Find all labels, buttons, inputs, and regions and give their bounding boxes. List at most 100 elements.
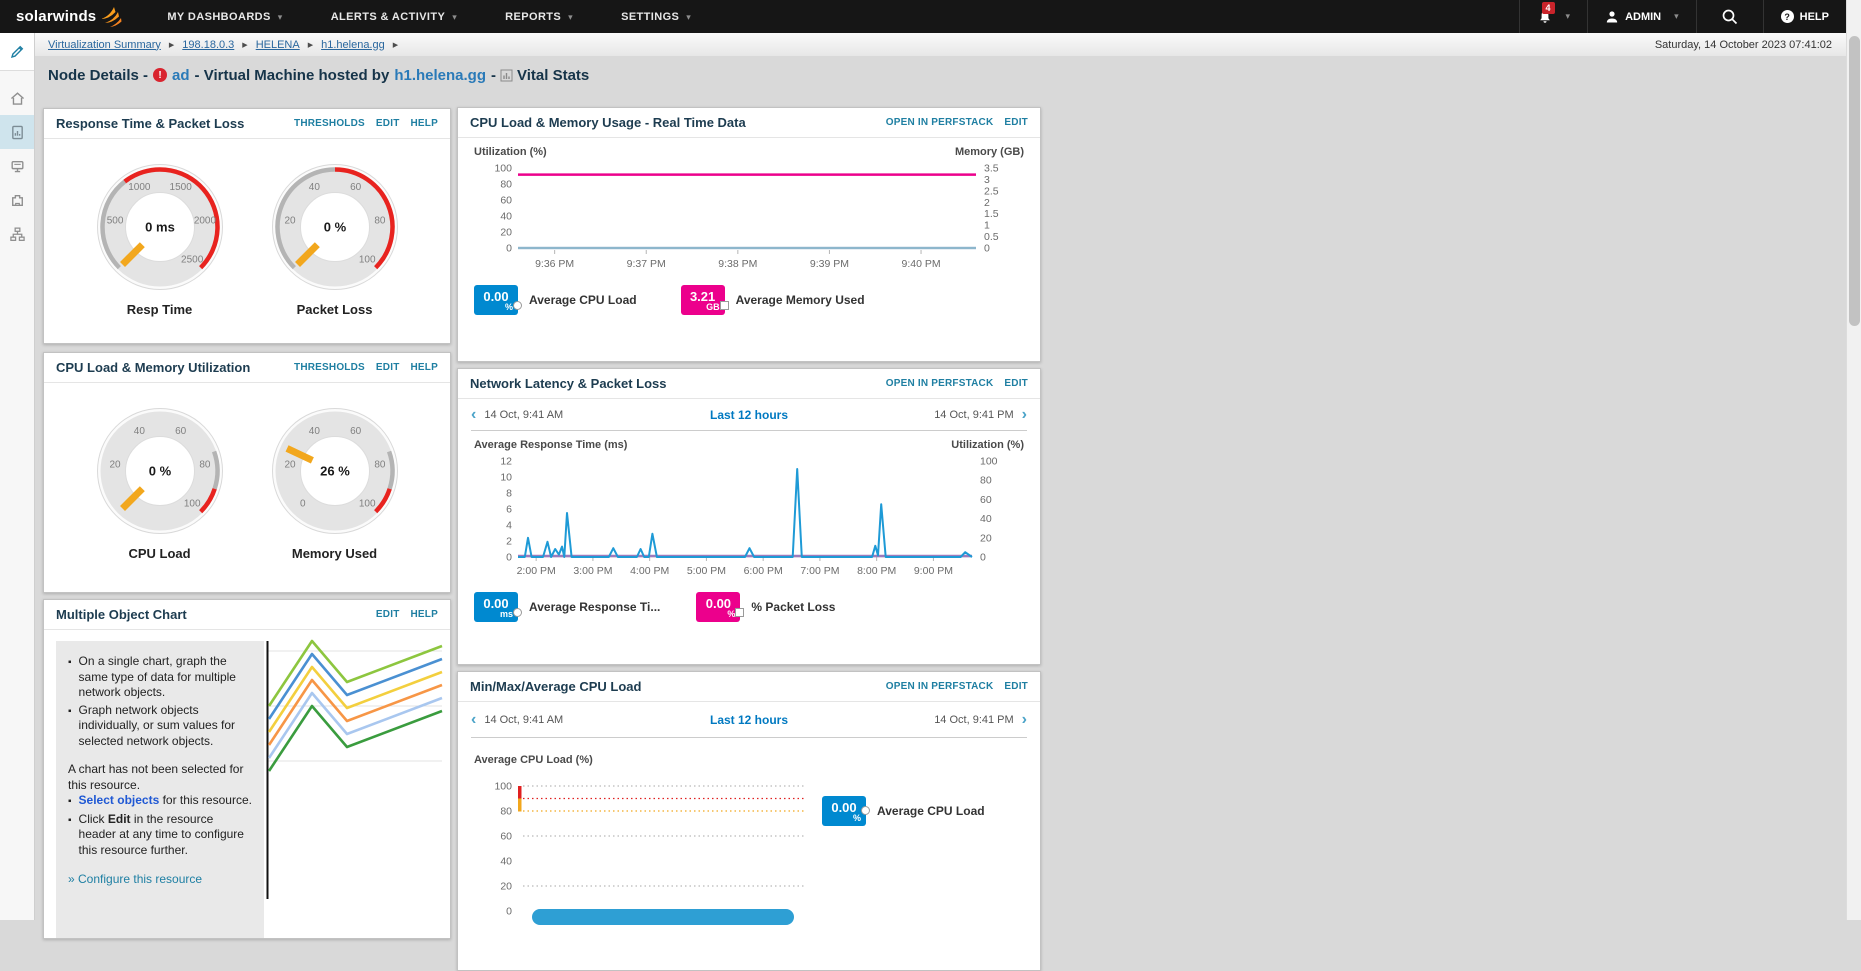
host-server-icon: [9, 158, 26, 175]
nav-my-dashboards[interactable]: MY DASHBOARDS: [167, 11, 282, 23]
legend-unit: ms: [500, 610, 513, 619]
gauge-packet-loss: 204060801000 % Packet Loss: [271, 163, 399, 317]
configure-resource-link[interactable]: » Configure this resource: [68, 872, 252, 888]
card-response-time-packet-loss: Response Time & Packet Loss THRESHOLDS E…: [43, 108, 451, 344]
host-link[interactable]: h1.helena.gg: [394, 67, 486, 84]
nav-reports[interactable]: REPORTS: [505, 11, 573, 23]
node-link[interactable]: ad: [172, 67, 190, 84]
breadcrumb-separator: [308, 41, 313, 49]
page-title: Node Details - ad - Virtual Machine host…: [48, 62, 589, 88]
open-in-perfstack-link[interactable]: OPEN IN PERFSTACK: [886, 117, 994, 128]
thresholds-link[interactable]: THRESHOLDS: [294, 118, 365, 129]
realtime-chart: 1008060402003.532.521.510.509:36 PM9:37 …: [458, 158, 1040, 277]
svg-text:80: 80: [199, 459, 211, 470]
legend-average-cpu-load[interactable]: 0.00 % Average CPU Load: [474, 285, 637, 315]
svg-text:60: 60: [350, 182, 362, 193]
card-title: Response Time & Packet Loss: [56, 116, 244, 131]
svg-text:0 ms: 0 ms: [145, 220, 175, 235]
svg-text:2: 2: [984, 197, 990, 209]
thresholds-link[interactable]: THRESHOLDS: [294, 362, 365, 373]
open-in-perfstack-link[interactable]: OPEN IN PERFSTACK: [886, 681, 994, 692]
svg-text:80: 80: [500, 806, 512, 818]
select-objects-link[interactable]: Select objects: [79, 793, 160, 807]
help-button[interactable]: HELP: [1763, 0, 1846, 33]
help-link[interactable]: HELP: [411, 118, 438, 129]
sidebar-item-reports[interactable]: [0, 115, 34, 149]
breadcrumb-virtualization-summary[interactable]: Virtualization Summary: [48, 39, 161, 51]
help-link[interactable]: HELP: [411, 362, 438, 373]
nav-settings[interactable]: SETTINGS: [621, 11, 691, 23]
edit-link[interactable]: EDIT: [376, 118, 400, 129]
sidebar-item-interfaces[interactable]: [0, 183, 34, 217]
sidebar-item-virtualization[interactable]: [0, 149, 34, 183]
left-axis-label: Average Response Time (ms): [474, 439, 627, 451]
sidebar-item-topology[interactable]: [0, 217, 34, 251]
svg-text:40: 40: [133, 426, 145, 437]
svg-text:4:00 PM: 4:00 PM: [630, 565, 669, 577]
svg-text:100: 100: [358, 499, 375, 510]
svg-text:60: 60: [350, 426, 362, 437]
time-range-label[interactable]: Last 12 hours: [471, 713, 1027, 727]
svg-text:20: 20: [500, 881, 512, 893]
left-axis-label: Utilization (%): [474, 146, 547, 158]
svg-text:9:38 PM: 9:38 PM: [718, 258, 757, 270]
edit-link[interactable]: EDIT: [1004, 117, 1028, 128]
help-bullet: Graph network objects individually, or s…: [79, 703, 252, 750]
breadcrumb-host[interactable]: h1.helena.gg: [321, 39, 385, 51]
time-range-label[interactable]: Last 12 hours: [471, 408, 1027, 422]
svg-text:26 %: 26 %: [320, 464, 350, 479]
title-prefix: Node Details -: [48, 67, 148, 84]
legend-average-response-time[interactable]: 0.00 ms Average Response Ti...: [474, 592, 660, 622]
svg-text:20: 20: [109, 459, 121, 470]
series-marker-circle: [513, 301, 522, 310]
gauge-resp-time: 50010001500200025000 ms Resp Time: [96, 163, 224, 317]
svg-text:0: 0: [506, 906, 512, 918]
legend-average-memory-used[interactable]: 3.21 GB Average Memory Used: [681, 285, 865, 315]
gauge-cpu-load: 0204060801000 % CPU Load: [96, 407, 224, 561]
nav-alerts-activity[interactable]: ALERTS & ACTIVITY: [331, 11, 457, 23]
legend-unit: %: [853, 814, 861, 823]
sidebar-item-home[interactable]: [0, 81, 34, 115]
legend-value: 0.00: [483, 597, 508, 610]
svg-text:100: 100: [494, 163, 512, 175]
legend-packet-loss[interactable]: 0.00 % % Packet Loss: [696, 592, 835, 622]
breadcrumb-node-ip[interactable]: 198.18.0.3: [182, 39, 234, 51]
card-title: Min/Max/Average CPU Load: [470, 679, 641, 694]
series-marker-square: [720, 301, 729, 310]
scrollbar-thumb[interactable]: [1849, 36, 1860, 326]
right-axis-label: Memory (GB): [955, 146, 1024, 158]
edit-link[interactable]: EDIT: [1004, 378, 1028, 389]
notifications-button[interactable]: 4: [1519, 0, 1588, 33]
sidebar-edit-page-button[interactable]: [0, 33, 34, 71]
user-menu-button[interactable]: ADMIN: [1587, 0, 1696, 33]
svg-text:2500: 2500: [181, 255, 204, 266]
edit-hint-line: Click Edit in the resource header at any…: [79, 812, 252, 859]
help-link[interactable]: HELP: [411, 609, 438, 620]
select-objects-line: Select objects for this resource.: [79, 793, 252, 810]
svg-text:1500: 1500: [169, 182, 192, 193]
svg-text:60: 60: [500, 195, 512, 207]
card-network-latency-packet-loss: Network Latency & Packet Loss OPEN IN PE…: [457, 368, 1041, 665]
svg-text:0: 0: [506, 243, 512, 255]
edit-link[interactable]: EDIT: [1004, 681, 1028, 692]
svg-text:20: 20: [500, 227, 512, 239]
svg-text:9:37 PM: 9:37 PM: [627, 258, 666, 270]
gauge-label: Packet Loss: [271, 302, 399, 317]
legend-average-cpu-load[interactable]: 0.00 % Average CPU Load: [822, 796, 985, 936]
solarwinds-logo[interactable]: solarwinds: [16, 6, 123, 28]
open-in-perfstack-link[interactable]: OPEN IN PERFSTACK: [886, 378, 994, 389]
svg-text:40: 40: [308, 182, 320, 193]
vertical-scrollbar[interactable]: [1846, 0, 1861, 920]
search-button[interactable]: [1696, 0, 1763, 33]
search-icon: [1721, 8, 1739, 26]
breadcrumb-cluster[interactable]: HELENA: [256, 39, 300, 51]
edit-link[interactable]: EDIT: [376, 609, 400, 620]
logo-text: solarwinds: [16, 8, 96, 25]
top-navigation-bar: solarwinds MY DASHBOARDS ALERTS & ACTIVI…: [0, 0, 1861, 33]
sample-multi-object-chart: [266, 635, 446, 939]
svg-text:5:00 PM: 5:00 PM: [687, 565, 726, 577]
help-label: HELP: [1800, 11, 1829, 23]
edit-link[interactable]: EDIT: [376, 362, 400, 373]
chart-help-panel: On a single chart, graph the same type o…: [56, 641, 264, 939]
page-datetime: Saturday, 14 October 2023 07:41:02: [1655, 39, 1846, 51]
